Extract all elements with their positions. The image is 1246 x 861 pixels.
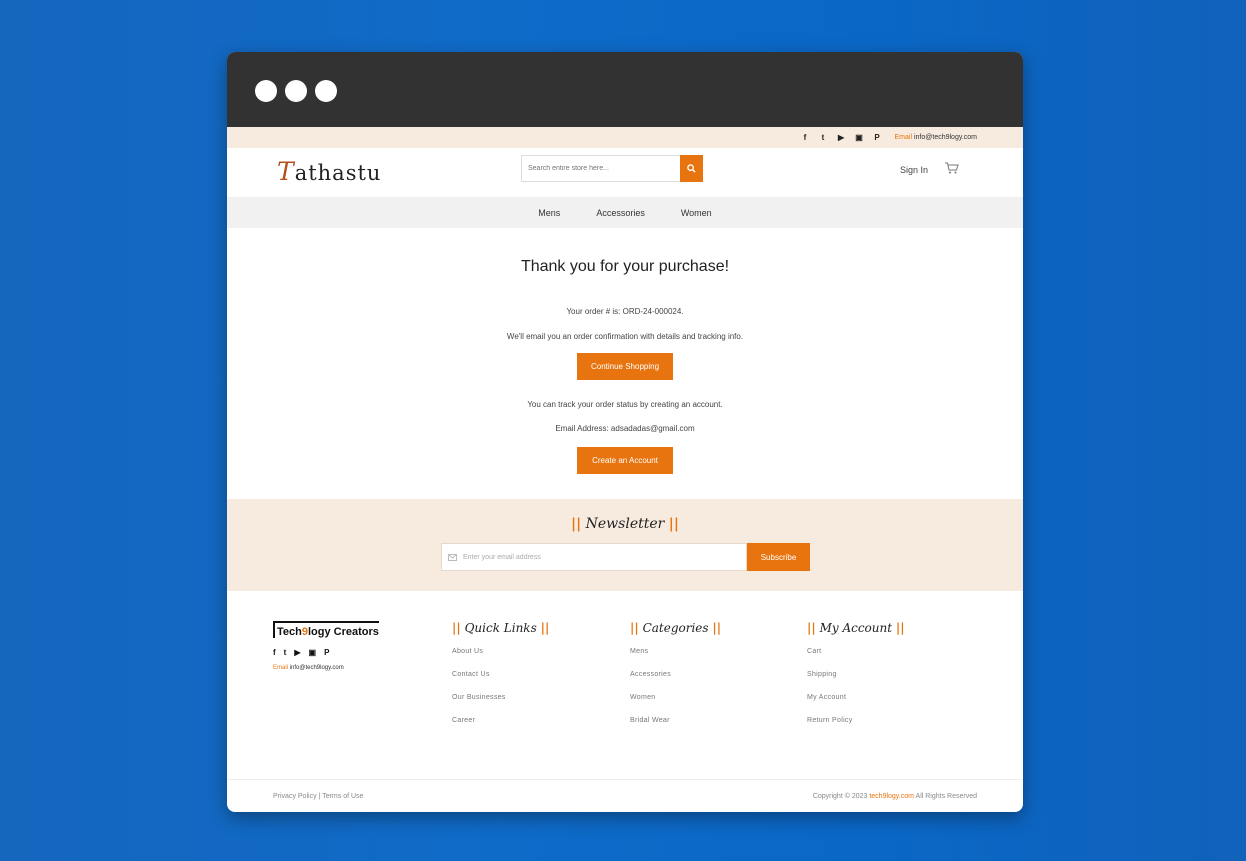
nav-item-women[interactable]: Women [681,208,712,218]
window-dot-maximize[interactable] [315,80,337,102]
copyright: Copyright © 2023 tech9logy.com All Right… [813,793,977,800]
mail-icon [448,553,457,561]
email-address-text: Email Address: adsadadas@gmail.com [555,424,695,433]
footer-column-title: || My Account || [807,621,905,635]
browser-window: f t ▶ ▣ P Email info@tech9logy.com Tatha… [227,52,1023,812]
continue-shopping-button[interactable]: Continue Shopping [577,353,673,380]
footer-link[interactable]: Mens [630,648,721,671]
footer-column-title: || Categories || [630,621,722,635]
create-account-button[interactable]: Create an Account [577,447,673,474]
instagram-icon[interactable]: ▣ [309,648,317,657]
logo-cap: T [277,157,295,186]
order-number-text: Your order # is: ORD-24-000024. [566,307,684,316]
footer-bottom-bar: Privacy Policy | Terms of Use Copyright … [227,779,1023,812]
topbar-email[interactable]: Email info@tech9logy.com [895,134,977,141]
topbar-email-value: info@tech9logy.com [913,134,977,141]
footer-link[interactable]: Shipping [807,671,905,694]
terms-of-use-link[interactable]: Terms of Use [322,793,363,800]
footer-link[interactable]: Bridal Wear [630,717,721,740]
newsletter-section: || Newsletter || Enter your email addres… [227,499,1023,591]
footer-link[interactable]: Our Businesses [452,694,549,717]
top-info-bar: f t ▶ ▣ P Email info@tech9logy.com [227,127,1023,148]
twitter-icon[interactable]: t [284,648,287,657]
search-input[interactable] [522,156,680,181]
privacy-policy-link[interactable]: Privacy Policy [273,793,317,800]
footer-brand: Tech9logy Creators f t ▶ ▣ P Email info@… [273,621,379,671]
youtube-icon[interactable]: ▶ [294,648,300,657]
copyright-prefix: Copyright © 2023 [812,792,868,800]
youtube-icon[interactable]: ▶ [837,133,846,142]
search-button[interactable] [680,155,703,182]
footer-link[interactable]: Accessories [630,671,721,694]
site-logo[interactable]: Tathastu [277,157,381,186]
newsletter-placeholder: Enter your email address [463,553,541,561]
copyright-suffix: All Rights Reserved [915,792,977,800]
window-dot-minimize[interactable] [285,80,307,102]
footer-link[interactable]: About Us [452,648,549,671]
facebook-icon[interactable]: f [801,133,810,142]
window-dot-close[interactable] [255,80,277,102]
order-confirmation: Thank you for your purchase! Your order … [227,228,1023,499]
footer-link[interactable]: My Account [807,694,905,717]
track-order-text: You can track your order status by creat… [527,400,723,409]
main-nav: Mens Accessories Women [227,197,1023,228]
legal-links: Privacy Policy | Terms of Use [273,793,363,800]
site-footer: Tech9logy Creators f t ▶ ▣ P Email info@… [227,591,1023,781]
cart-icon[interactable] [945,162,959,177]
facebook-icon[interactable]: f [273,648,276,657]
instagram-icon[interactable]: ▣ [855,133,864,142]
brand-suffix: logy Creators [307,626,379,638]
pinterest-icon[interactable]: P [324,648,329,657]
footer-column-title: || Quick Links || [452,621,550,635]
topbar-email-label: Email [894,134,913,141]
email-notice-text: We'll email you an order confirmation wi… [506,332,744,341]
copyright-site-link[interactable]: tech9logy.com [869,793,914,800]
subscribe-button[interactable]: Subscribe [747,543,810,571]
newsletter-email-input[interactable]: Enter your email address [441,543,747,571]
legal-separator: | [318,792,321,800]
nav-item-mens[interactable]: Mens [538,208,560,218]
logo-text: athastu [294,161,382,185]
footer-quick-links: || Quick Links || About Us Contact Us Ou… [452,621,549,740]
footer-email[interactable]: Email info@tech9logy.com [273,665,379,671]
newsletter-form: Enter your email address Subscribe [441,543,810,571]
footer-link[interactable]: Cart [807,648,905,671]
footer-brand-logo[interactable]: Tech9logy Creators [273,621,379,638]
footer-email-label: Email [273,665,289,671]
footer-link[interactable]: Contact Us [452,671,549,694]
newsletter-title: || Newsletter || [571,516,679,532]
footer-link[interactable]: Career [452,717,549,740]
page-title: Thank you for your purchase! [520,258,730,275]
nav-item-accessories[interactable]: Accessories [596,208,645,218]
search-box [521,155,703,182]
newsletter-title-text: Newsletter [585,516,665,532]
window-titlebar [227,52,1023,127]
search-icon [687,164,696,173]
footer-my-account: || My Account || Cart Shipping My Accoun… [807,621,905,740]
footer-categories: || Categories || Mens Accessories Women … [630,621,721,740]
site-header: Tathastu Sign In [227,148,1023,197]
footer-social: f t ▶ ▣ P [273,648,379,657]
brand-prefix: Tech [277,626,302,638]
footer-link[interactable]: Return Policy [807,717,905,740]
twitter-icon[interactable]: t [819,133,828,142]
sign-in-link[interactable]: Sign In [900,165,928,175]
footer-email-value: info@tech9logy.com [289,665,344,671]
pinterest-icon[interactable]: P [873,133,882,142]
footer-link[interactable]: Women [630,694,721,717]
